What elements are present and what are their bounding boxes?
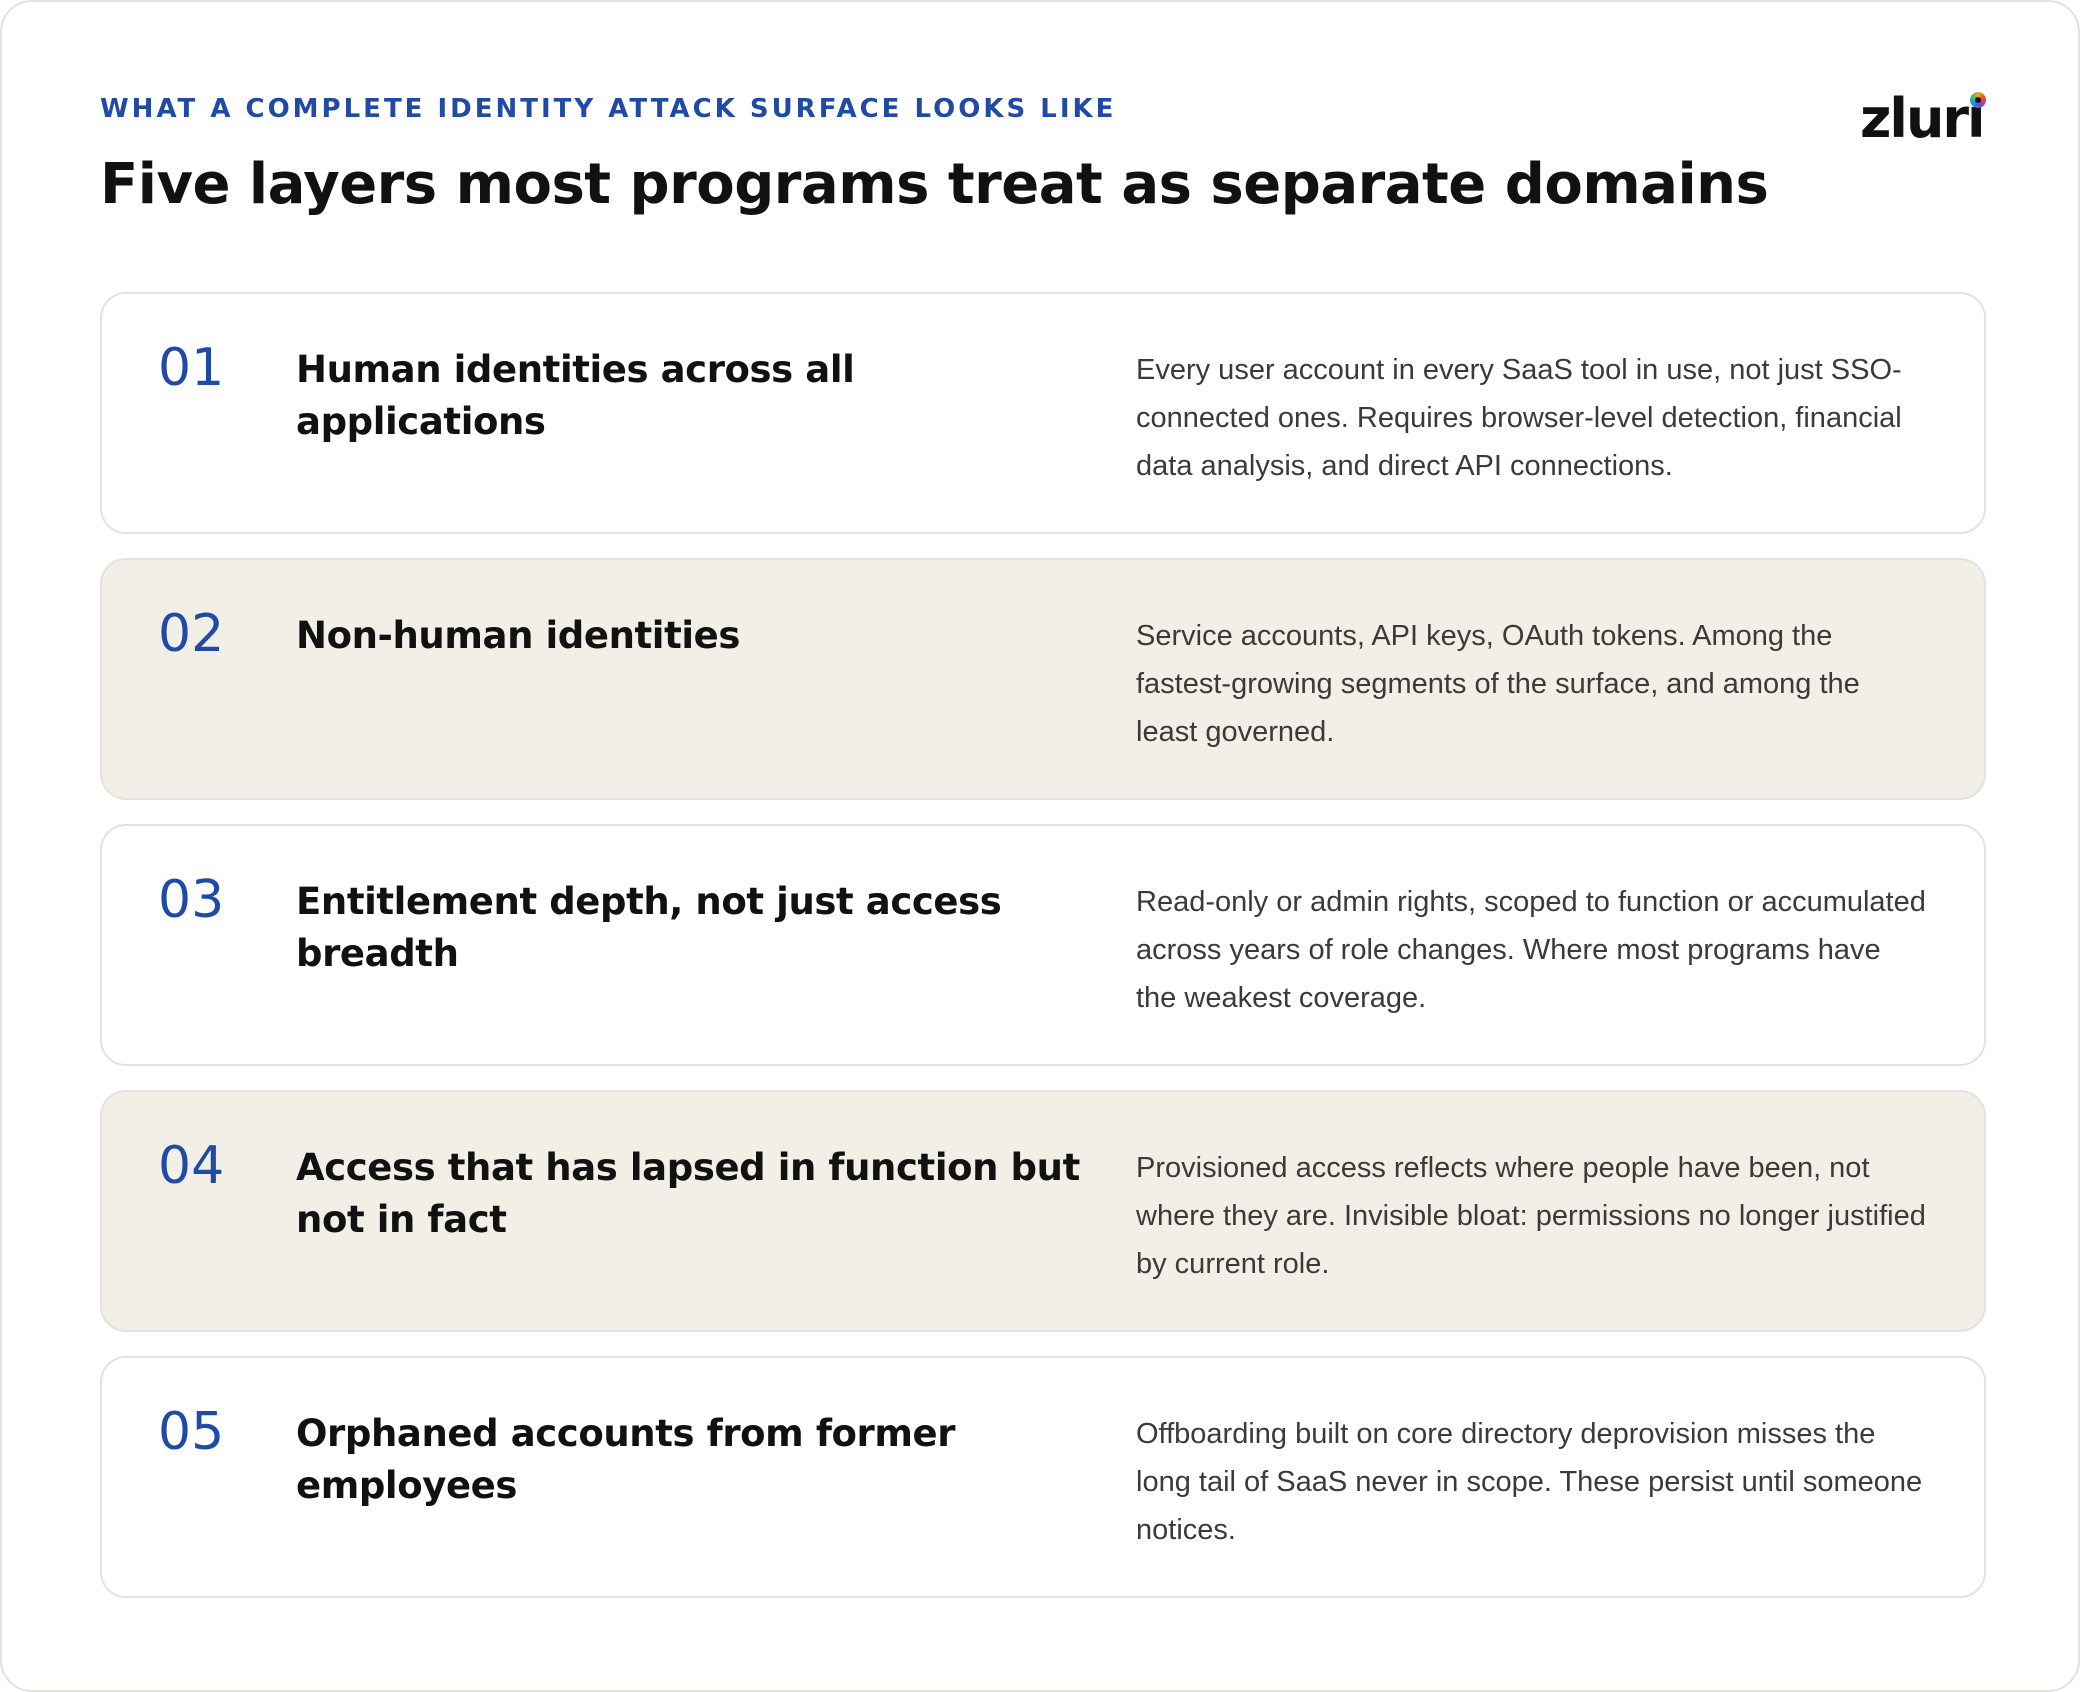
layer-row-02: 02 Non-human identities Service accounts…: [100, 558, 1986, 800]
layer-description: Service accounts, API keys, OAuth tokens…: [1136, 620, 1860, 748]
layer-description: Read-only or admin rights, scoped to fun…: [1136, 886, 1926, 1014]
layer-number: 01: [158, 338, 225, 398]
card-frame: WHAT A COMPLETE IDENTITY ATTACK SURFACE …: [0, 0, 2080, 1692]
layer-number: 04: [158, 1136, 225, 1196]
logo-wordmark: zluri: [1860, 87, 1986, 150]
layer-number: 03: [158, 870, 225, 930]
layer-list: 01 Human identities across all applicati…: [100, 292, 1986, 1622]
layer-row-04: 04 Access that has lapsed in function bu…: [100, 1090, 1986, 1332]
zluri-logo: zluri: [1860, 88, 1990, 150]
layer-description: Offboarding built on core directory depr…: [1136, 1418, 1923, 1546]
layer-title: Human identities across all applications: [296, 348, 855, 443]
layer-description: Every user account in every SaaS tool in…: [1136, 354, 1902, 482]
layer-row-01: 01 Human identities across all applicati…: [100, 292, 1986, 534]
layer-row-05: 05 Orphaned accounts from former employe…: [100, 1356, 1986, 1598]
layer-description: Provisioned access reflects where people…: [1136, 1152, 1926, 1280]
layer-title: Non-human identities: [296, 614, 740, 657]
logo-dot-icon: [1970, 92, 1986, 108]
layer-number: 02: [158, 604, 225, 664]
layer-title: Orphaned accounts from former employees: [296, 1412, 956, 1507]
page-title: Five layers most programs treat as separ…: [100, 152, 1769, 217]
layer-row-03: 03 Entitlement depth, not just access br…: [100, 824, 1986, 1066]
layer-number: 05: [158, 1402, 225, 1462]
eyebrow-label: WHAT A COMPLETE IDENTITY ATTACK SURFACE …: [100, 94, 1117, 124]
layer-title: Access that has lapsed in function but n…: [296, 1146, 1080, 1241]
layer-title: Entitlement depth, not just access bread…: [296, 880, 1002, 975]
